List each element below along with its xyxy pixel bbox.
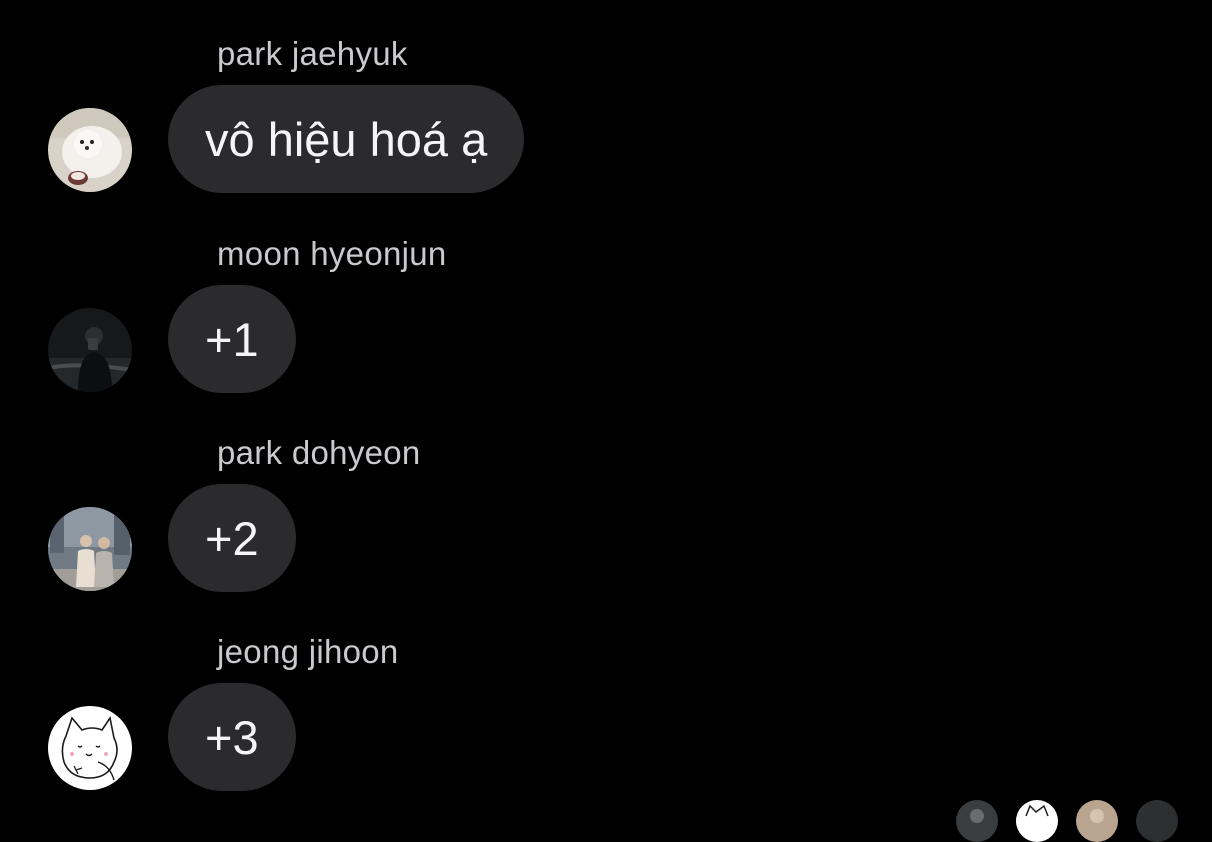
message-bubble[interactable]: +1 — [168, 285, 296, 393]
message-group: park dohyeon +2 — [0, 399, 1212, 592]
two-people-street-photo-icon[interactable] — [48, 507, 132, 591]
seen-by-avatars[interactable] — [956, 800, 1212, 842]
pomeranian-dog-photo-icon[interactable] — [48, 108, 132, 192]
avatar-image — [48, 706, 132, 790]
message-bubble[interactable]: +2 — [168, 484, 296, 592]
sender-name: park jaehyuk — [217, 35, 408, 72]
avatar-image — [48, 108, 132, 192]
sender-name: park dohyeon — [217, 434, 421, 471]
sender-name: moon hyeonjun — [217, 235, 447, 272]
seen-avatar-street-photo-icon — [1076, 800, 1118, 842]
message-bubble[interactable]: +3 — [168, 683, 296, 791]
message-group: moon hyeonjun +1 — [0, 200, 1212, 393]
message-group: park jaehyuk vô hiệu hoá ạ — [0, 0, 1212, 193]
message-bubble[interactable]: vô hiệu hoá ạ — [168, 85, 525, 193]
message-thread: park jaehyuk vô hiệu hoá ạ moon hyeonjun — [0, 0, 1212, 842]
cartoon-cat-drawing-icon[interactable] — [48, 706, 132, 790]
seen-avatar-cartoon-cat-icon — [1016, 800, 1058, 842]
sender-name: jeong jihoon — [217, 633, 399, 670]
message-group: jeong jihoon +3 — [0, 598, 1212, 791]
avatar-image — [48, 507, 132, 591]
person-night-photo-icon[interactable] — [48, 308, 132, 392]
seen-avatar-person-night-icon — [956, 800, 998, 842]
seen-avatar-dark-icon — [1136, 800, 1178, 842]
avatar-image — [48, 308, 132, 392]
